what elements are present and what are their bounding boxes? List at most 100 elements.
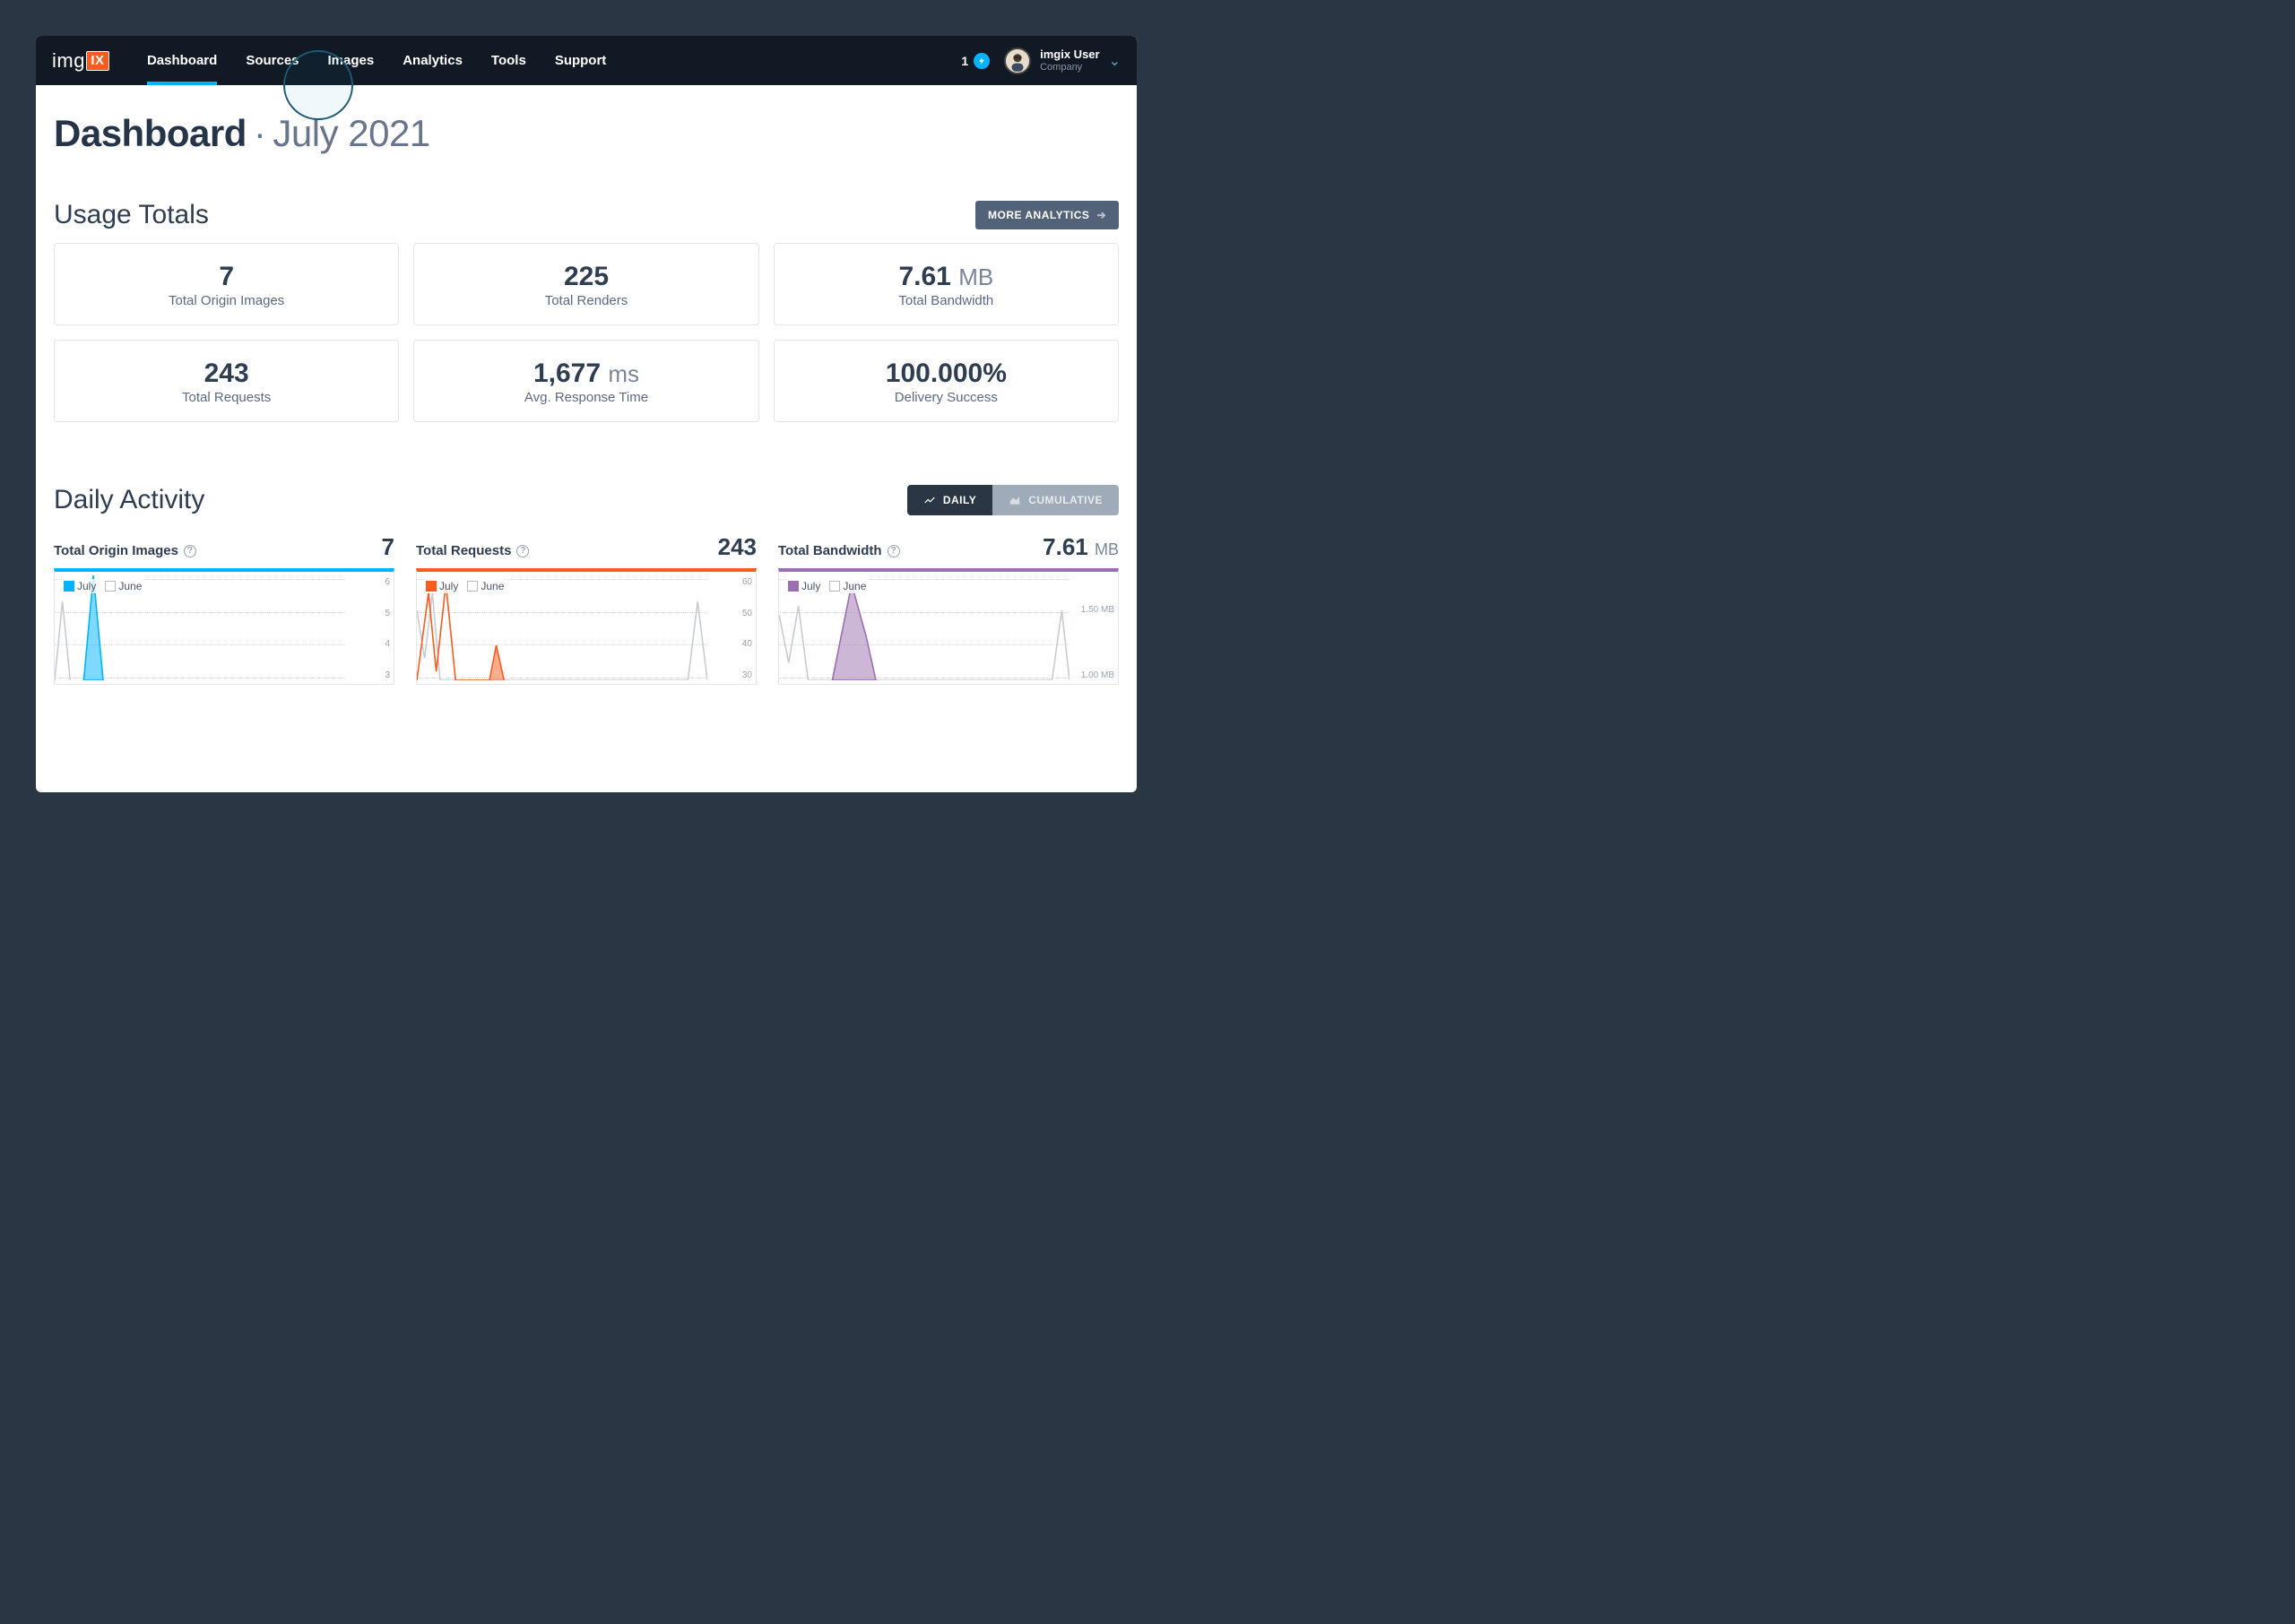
page-title-period: July 2021 [273, 112, 429, 154]
chart-legend: July June [424, 579, 506, 593]
nav-label: Dashboard [147, 53, 217, 68]
legend-swatch-current [426, 581, 437, 592]
ytick: 1.50 MB [1081, 605, 1114, 615]
help-icon[interactable]: ? [888, 545, 900, 557]
nav-item-images[interactable]: Images [314, 36, 389, 85]
area-chart-icon [1009, 494, 1021, 506]
title-separator: · [247, 112, 273, 154]
bolt-icon [974, 53, 990, 69]
nav-items: Dashboard Sources Images Analytics Tools… [133, 36, 620, 85]
card-label: Total Requests [64, 390, 389, 405]
nav-item-dashboard[interactable]: Dashboard [133, 36, 231, 85]
top-nav: imgIX Dashboard Sources Images Analytics… [36, 36, 1137, 85]
card-requests: 243 Total Requests [54, 340, 399, 422]
toggle-cumulative[interactable]: CUMULATIVE [992, 485, 1119, 515]
app-window: imgIX Dashboard Sources Images Analytics… [36, 36, 1137, 792]
help-icon[interactable]: ? [516, 545, 529, 557]
ytick: 3 [385, 670, 390, 680]
user-text: imgix User Company [1040, 48, 1099, 72]
more-analytics-button[interactable]: MORE ANALYTICS ➔ [975, 201, 1119, 229]
notif-count: 1 [961, 54, 968, 68]
nav-item-support[interactable]: Support [541, 36, 621, 85]
toggle-daily[interactable]: DAILY [907, 485, 992, 515]
chart-canvas: July June 60 50 40 30 [416, 568, 757, 685]
user-name: imgix User [1040, 48, 1099, 61]
card-label: Avg. Response Time [423, 390, 749, 405]
legend-swatch-previous [467, 581, 478, 592]
legend-swatch-previous [105, 581, 116, 592]
ytick: 4 [385, 639, 390, 649]
logo[interactable]: imgIX [52, 49, 109, 73]
legend-current: July [801, 580, 820, 592]
toggle-label: DAILY [943, 494, 976, 506]
nav-right: 1 imgix User Company ⌄ [961, 48, 1121, 74]
card-unit: ms [608, 360, 639, 387]
legend-swatch-previous [829, 581, 840, 592]
activity-heading: Daily Activity [54, 485, 204, 515]
ytick: 60 [742, 577, 752, 587]
nav-label: Sources [246, 53, 299, 68]
chart-bandwidth: Total Bandwidth ? 7.61 MB July June 1.50… [778, 533, 1119, 685]
page-title: Dashboard·July 2021 [54, 112, 1119, 155]
nav-item-analytics[interactable]: Analytics [388, 36, 477, 85]
arrow-right-icon: ➔ [1096, 209, 1106, 221]
card-label: Delivery Success [784, 390, 1109, 405]
ytick: 40 [742, 639, 752, 649]
chart-value: 243 [718, 533, 757, 560]
legend-current: July [77, 580, 96, 592]
activity-section-head: Daily Activity DAILY CUMULATIVE [54, 485, 1119, 515]
card-origin-images: 7 Total Origin Images [54, 243, 399, 325]
line-chart-icon [923, 494, 936, 506]
card-value: 100.000% [886, 358, 1007, 388]
nav-item-sources[interactable]: Sources [231, 36, 313, 85]
chart-canvas: July June 1.50 MB 1.00 MB [778, 568, 1119, 685]
help-icon[interactable]: ? [184, 545, 196, 557]
chevron-down-icon: ⌄ [1109, 52, 1121, 70]
card-value: 7.61 [898, 262, 950, 291]
ytick: 30 [742, 670, 752, 680]
toggle-label: CUMULATIVE [1028, 494, 1103, 506]
card-value: 7 [219, 262, 234, 291]
y-axis-labels: 60 50 40 30 [742, 577, 752, 680]
logo-box: IX [86, 51, 109, 71]
user-menu[interactable]: imgix User Company ⌄ [1004, 48, 1121, 74]
legend-swatch-current [64, 581, 74, 592]
activity-charts: Total Origin Images ? 7 July June 6 5 4 … [54, 533, 1119, 685]
chart-title: Total Bandwidth [778, 543, 882, 558]
card-value: 225 [564, 262, 609, 291]
activity-toggle: DAILY CUMULATIVE [907, 485, 1119, 515]
nav-label: Tools [491, 53, 526, 68]
ytick: 50 [742, 609, 752, 618]
usage-cards: 7 Total Origin Images 225 Total Renders … [54, 243, 1119, 422]
card-value: 243 [204, 358, 249, 388]
card-value: 1,677 [533, 358, 601, 388]
chart-title: Total Origin Images [54, 543, 178, 558]
nav-item-tools[interactable]: Tools [477, 36, 541, 85]
chart-legend: July June [62, 579, 143, 593]
usage-heading: Usage Totals [54, 200, 209, 230]
card-delivery-success: 100.000% Delivery Success [774, 340, 1119, 422]
card-label: Total Bandwidth [784, 293, 1109, 308]
ytick: 5 [385, 609, 390, 618]
content: Dashboard·July 2021 Usage Totals MORE AN… [36, 85, 1137, 792]
nav-label: Images [328, 53, 375, 68]
page-title-main: Dashboard [54, 112, 247, 154]
notifications[interactable]: 1 [961, 53, 990, 69]
card-label: Total Renders [423, 293, 749, 308]
card-bandwidth: 7.61 MB Total Bandwidth [774, 243, 1119, 325]
chart-canvas: July June 6 5 4 3 [54, 568, 394, 685]
card-renders: 225 Total Renders [413, 243, 758, 325]
chart-title: Total Requests [416, 543, 511, 558]
usage-section-head: Usage Totals MORE ANALYTICS ➔ [54, 200, 1119, 230]
chart-legend: July June [786, 579, 868, 593]
card-label: Total Origin Images [64, 293, 389, 308]
card-unit: MB [958, 263, 993, 290]
y-axis-labels: 1.50 MB 1.00 MB [1081, 577, 1114, 680]
legend-previous: June [118, 580, 142, 592]
chart-value: 7.61 [1043, 533, 1088, 560]
ytick: 6 [385, 577, 390, 587]
avatar [1004, 48, 1031, 74]
nav-label: Support [555, 53, 607, 68]
y-axis-labels: 6 5 4 3 [385, 577, 390, 680]
nav-label: Analytics [403, 53, 463, 68]
